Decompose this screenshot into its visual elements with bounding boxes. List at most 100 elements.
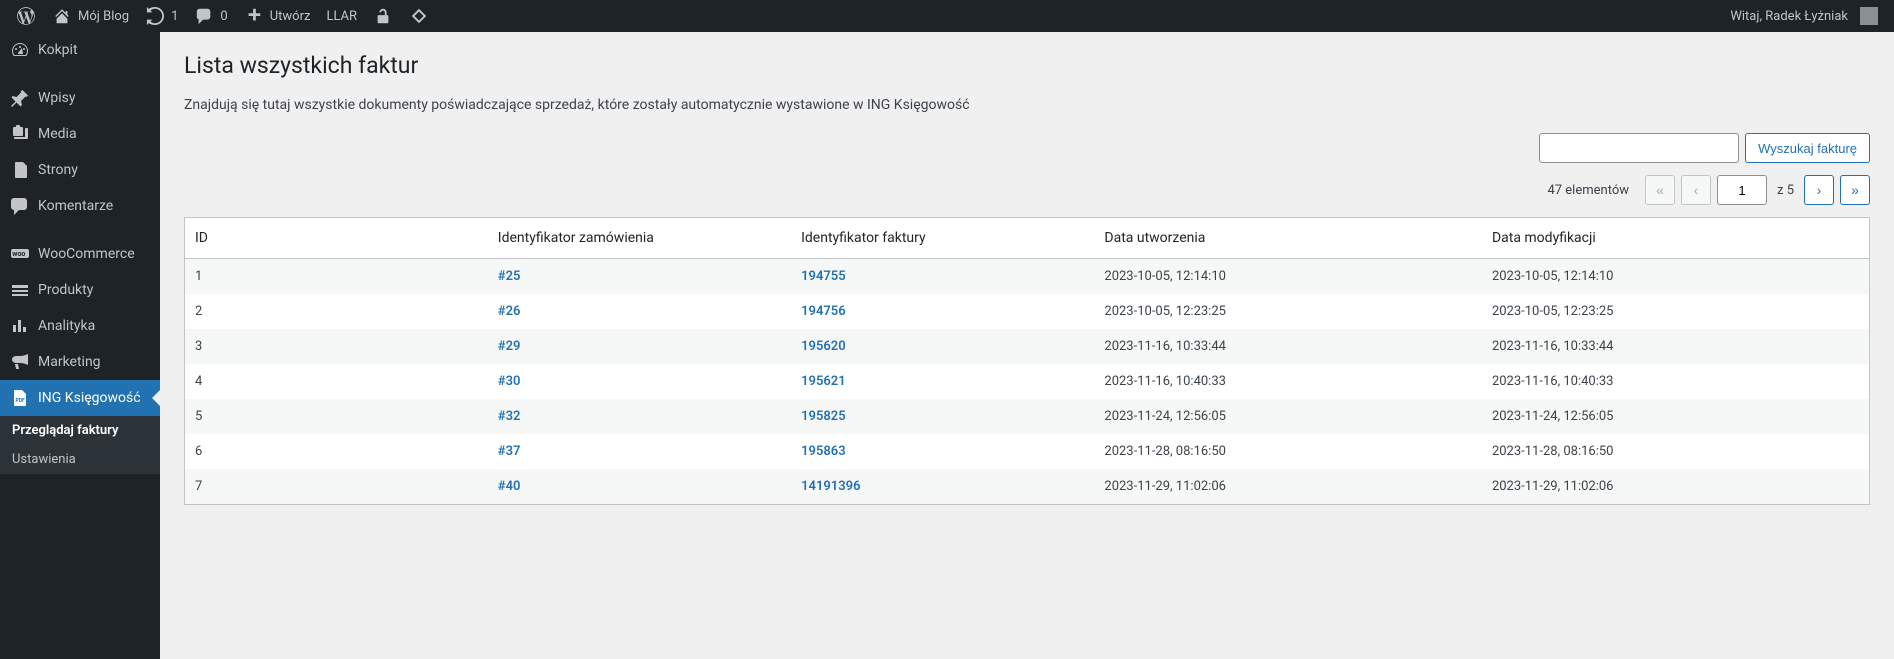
invoice-link[interactable]: 194756 — [801, 304, 846, 319]
wordpress-icon — [16, 6, 36, 26]
invoice-link[interactable]: 195825 — [801, 409, 846, 424]
svg-text:PDF: PDF — [16, 398, 25, 404]
woo-icon: woo — [10, 244, 30, 264]
order-link[interactable]: #40 — [498, 479, 521, 494]
dashboard-icon — [10, 40, 30, 60]
sidebar-item-dashboard[interactable]: Kokpit — [0, 32, 160, 68]
table-row: 4#301956212023-11-16, 10:40:332023-11-16… — [185, 364, 1870, 399]
plus-icon — [244, 6, 264, 26]
pdf-icon: PDF — [10, 388, 30, 408]
invoice-link[interactable]: 194755 — [801, 269, 846, 284]
submenu-item-settings[interactable]: Ustawienia — [0, 445, 160, 474]
th-modified: Data modyfikacji — [1482, 218, 1870, 259]
comments-count: 0 — [220, 9, 227, 24]
wp-logo[interactable] — [8, 0, 44, 32]
invoices-table: ID Identyfikator zamówienia Identyfikato… — [184, 217, 1870, 505]
cell-id: 6 — [185, 434, 488, 469]
invoice-link[interactable]: 195620 — [801, 339, 846, 354]
comment-icon — [194, 6, 214, 26]
diamond-icon — [409, 6, 429, 26]
lock-link[interactable] — [365, 0, 401, 32]
table-row: 7#40141913962023-11-29, 11:02:062023-11-… — [185, 469, 1870, 505]
sidebar-item-media[interactable]: Media — [0, 116, 160, 152]
th-id: ID — [185, 218, 488, 259]
order-link[interactable]: #30 — [498, 374, 521, 389]
cell-created: 2023-11-28, 08:16:50 — [1094, 434, 1482, 469]
new-content-link[interactable]: Utwórz — [236, 0, 319, 32]
table-row: 6 #37 195863 2023-11-28, 08:16:502023-11-28… — [185, 434, 1870, 469]
th-invoice: Identyfikator faktury — [791, 218, 1094, 259]
invoice-link[interactable]: 195621 — [801, 374, 846, 389]
invoice-link[interactable]: 14191396 — [801, 479, 860, 494]
svg-text:woo: woo — [12, 250, 25, 258]
comments-link[interactable]: 0 — [186, 0, 235, 32]
search-input[interactable] — [1539, 133, 1739, 163]
cell-id: 4 — [185, 364, 488, 399]
llar-link[interactable]: LLAR — [318, 0, 365, 32]
site-name-link[interactable]: Mój Blog — [44, 0, 137, 32]
submenu-item-invoices[interactable]: Przeglądaj faktury — [0, 416, 160, 445]
sidebar-item-posts[interactable]: Wpisy — [0, 80, 160, 116]
sidebar-item-label: Marketing — [38, 354, 101, 370]
cell-id: 7 — [185, 469, 488, 505]
search-button[interactable]: Wyszukaj fakturę — [1745, 133, 1870, 163]
sidebar-item-label: Produkty — [38, 282, 93, 298]
pagination-next-button[interactable]: › — [1804, 175, 1834, 205]
updates-link[interactable]: 1 — [137, 0, 186, 32]
main-content: Lista wszystkich faktur Znajdują się tut… — [160, 32, 1894, 659]
sidebar-item-label: ING Księgowość — [38, 390, 141, 406]
pagination-prev-button[interactable]: ‹ — [1681, 175, 1711, 205]
cell-modified: 2023-10-05, 12:23:25 — [1482, 294, 1870, 329]
pagination-page-input[interactable] — [1717, 175, 1767, 205]
table-row: 5#321958252023-11-24, 12:56:052023-11-24… — [185, 399, 1870, 434]
sidebar-item-woocommerce[interactable]: woo WooCommerce — [0, 236, 160, 272]
invoice-link[interactable]: 195863 — [801, 444, 846, 459]
table-row: 2 #26 194756 2023-10-05, 12:23:252023-10-05… — [185, 294, 1870, 329]
cell-id: 1 — [185, 259, 488, 295]
order-link[interactable]: #25 — [498, 269, 521, 284]
admin-sidebar: Kokpit Wpisy Media Strony Komentarze woo… — [0, 32, 160, 659]
sidebar-item-ing[interactable]: PDF ING Księgowość — [0, 380, 160, 416]
pagination-last-button[interactable]: » — [1840, 175, 1870, 205]
th-order: Identyfikator zamówienia — [488, 218, 791, 259]
order-link[interactable]: #29 — [498, 339, 521, 354]
account-link[interactable]: Witaj, Radek Łyżniak — [1722, 0, 1886, 32]
page-description: Znajdują się tutaj wszystkie dokumenty p… — [184, 97, 1870, 113]
analytics-icon — [10, 316, 30, 336]
order-link[interactable]: #26 — [498, 304, 521, 319]
sidebar-item-analytics[interactable]: Analityka — [0, 308, 160, 344]
cell-id: 2 — [185, 294, 488, 329]
cell-modified: 2023-11-16, 10:40:33 — [1482, 364, 1870, 399]
cell-id: 5 — [185, 399, 488, 434]
table-row: 3#291956202023-11-16, 10:33:442023-11-16… — [185, 329, 1870, 364]
unlock-icon — [373, 6, 393, 26]
pagination-total-label: z 5 — [1773, 183, 1798, 198]
page-icon — [10, 160, 30, 180]
diamond-link[interactable] — [401, 0, 437, 32]
pagination-first-button[interactable]: « — [1645, 175, 1675, 205]
updates-count: 1 — [171, 9, 178, 24]
sidebar-item-marketing[interactable]: Marketing — [0, 344, 160, 380]
page-title: Lista wszystkich faktur — [184, 52, 1870, 79]
llar-label: LLAR — [326, 9, 357, 24]
cell-created: 2023-11-16, 10:33:44 — [1094, 329, 1482, 364]
comment-icon — [10, 196, 30, 216]
cell-modified: 2023-11-28, 08:16:50 — [1482, 434, 1870, 469]
cell-modified: 2023-10-05, 12:14:10 — [1482, 259, 1870, 295]
sidebar-item-label: Komentarze — [38, 198, 113, 214]
sidebar-item-comments[interactable]: Komentarze — [0, 188, 160, 224]
cell-created: 2023-10-05, 12:23:25 — [1094, 294, 1482, 329]
sidebar-item-label: Wpisy — [38, 90, 76, 106]
cell-created: 2023-11-24, 12:56:05 — [1094, 399, 1482, 434]
media-icon — [10, 124, 30, 144]
products-icon — [10, 280, 30, 300]
sidebar-item-products[interactable]: Produkty — [0, 272, 160, 308]
admin-bar: Mój Blog 1 0 Utwórz LLAR — [0, 0, 1894, 32]
submenu: Przeglądaj faktury Ustawienia — [0, 416, 160, 474]
elements-count: 47 elementów — [1547, 183, 1629, 198]
sidebar-item-label: Kokpit — [38, 42, 78, 58]
sidebar-item-pages[interactable]: Strony — [0, 152, 160, 188]
table-row: 1#251947552023-10-05, 12:14:102023-10-05… — [185, 259, 1870, 295]
order-link[interactable]: #37 — [498, 444, 521, 459]
order-link[interactable]: #32 — [498, 409, 521, 424]
